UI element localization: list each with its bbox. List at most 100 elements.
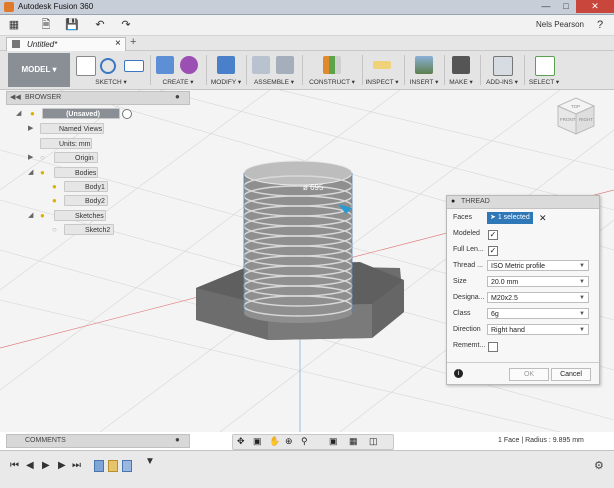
browser-node-units[interactable]: Units: mm bbox=[40, 138, 100, 149]
file-menu-icon[interactable]: 🗎 bbox=[38, 18, 54, 32]
line-arc-icon[interactable] bbox=[100, 58, 116, 74]
make-group[interactable]: MAKE ▾ bbox=[446, 53, 476, 87]
press-pull-icon[interactable] bbox=[217, 56, 235, 74]
visibility-bulb-icon[interactable]: ● bbox=[40, 168, 47, 177]
assemble-group[interactable]: ASSEMBLE ▾ bbox=[248, 53, 300, 87]
collapse-dialog-icon[interactable]: ● bbox=[451, 198, 455, 205]
pan-icon[interactable]: ✋ bbox=[269, 436, 280, 447]
go-to-start-icon[interactable]: ⏮ bbox=[10, 460, 19, 471]
sphere-icon[interactable] bbox=[180, 56, 198, 74]
browser-node-body2[interactable]: ● Body2 bbox=[52, 195, 112, 206]
info-icon[interactable]: i bbox=[454, 369, 463, 378]
designation-select[interactable]: M20x2.5 ▼ bbox=[487, 292, 589, 303]
expand-arrow-icon[interactable]: ◢ bbox=[16, 108, 21, 119]
insert-menu[interactable]: INSERT ▾ bbox=[406, 78, 442, 86]
timeline-feature-sketch-icon[interactable] bbox=[94, 460, 104, 472]
redo-icon[interactable]: ↷ bbox=[118, 18, 134, 32]
visibility-bulb-icon[interactable]: ● bbox=[52, 196, 59, 205]
direction-select[interactable]: Right hand ▼ bbox=[487, 324, 589, 335]
select-window-icon[interactable] bbox=[535, 56, 555, 76]
scripts-addins-icon[interactable] bbox=[493, 56, 513, 76]
thread-type-select[interactable]: ISO Metric profile ▼ bbox=[487, 260, 589, 271]
construct-group[interactable]: CONSTRUCT ▾ bbox=[304, 53, 360, 87]
assemble-menu[interactable]: ASSEMBLE ▾ bbox=[248, 78, 300, 86]
inspect-menu[interactable]: INSPECT ▾ bbox=[364, 78, 400, 86]
joint-icon[interactable] bbox=[276, 56, 294, 74]
visibility-bulb-icon[interactable]: ● bbox=[40, 211, 47, 220]
save-icon[interactable]: 💾 bbox=[64, 18, 80, 32]
help-icon[interactable]: ? bbox=[592, 18, 608, 32]
look-at-icon[interactable]: ▣ bbox=[253, 436, 262, 447]
thread-dialog-header[interactable]: ● THREAD bbox=[447, 196, 599, 209]
class-select[interactable]: 6g ▼ bbox=[487, 308, 589, 319]
3d-print-icon[interactable] bbox=[452, 56, 470, 74]
browser-node-origin[interactable]: ▶ ○ Origin bbox=[28, 152, 108, 163]
modify-menu[interactable]: MODIFY ▾ bbox=[208, 78, 244, 86]
browser-node-bodies[interactable]: ◢ ● Bodies bbox=[28, 167, 108, 178]
remember-checkbox[interactable] bbox=[488, 342, 498, 352]
add-ins-menu[interactable]: ADD-INS ▾ bbox=[482, 78, 522, 86]
timeline-settings-icon[interactable]: ⚙ bbox=[594, 459, 604, 472]
browser-node-named-views[interactable]: ▶ Named Views bbox=[28, 123, 118, 134]
collapse-panel-icon[interactable]: ◀◀ bbox=[10, 93, 21, 101]
modeled-checkbox[interactable]: ✓ bbox=[488, 230, 498, 240]
expand-arrow-icon[interactable]: ▶ bbox=[28, 123, 33, 134]
expand-arrow-icon[interactable]: ▶ bbox=[28, 152, 33, 163]
browser-node-body1[interactable]: ● Body1 bbox=[52, 181, 112, 192]
maximize-button[interactable]: □ bbox=[556, 0, 576, 13]
minimize-button[interactable]: — bbox=[536, 0, 556, 13]
close-window-button[interactable]: ✕ bbox=[576, 0, 614, 13]
tab-untitled[interactable]: Untitled* × bbox=[6, 37, 126, 51]
full-length-checkbox[interactable]: ✓ bbox=[488, 246, 498, 256]
viewports-icon[interactable]: ◫ bbox=[369, 436, 378, 447]
measure-icon[interactable] bbox=[373, 61, 391, 69]
grid-menu-icon[interactable]: ▦ bbox=[6, 18, 22, 32]
workspace-switcher[interactable]: MODEL ▾ bbox=[8, 53, 70, 87]
grid-settings-icon[interactable]: ▦ bbox=[349, 436, 358, 447]
clear-selection-icon[interactable]: ✕ bbox=[539, 213, 547, 224]
cancel-button[interactable]: Cancel bbox=[551, 368, 591, 381]
create-group[interactable]: CREATE ▾ bbox=[152, 53, 204, 87]
insert-image-icon[interactable] bbox=[415, 56, 433, 74]
zoom-window-icon[interactable]: ⚲ bbox=[301, 436, 308, 447]
sketch-menu[interactable]: SKETCH ▾ bbox=[74, 78, 148, 86]
play-icon[interactable]: ▶ bbox=[42, 460, 50, 471]
extrude-icon[interactable] bbox=[156, 56, 174, 74]
display-settings-icon[interactable]: ▣ bbox=[329, 436, 338, 447]
create-menu[interactable]: CREATE ▾ bbox=[152, 78, 204, 86]
make-menu[interactable]: MAKE ▾ bbox=[446, 78, 476, 86]
insert-group[interactable]: INSERT ▾ bbox=[406, 53, 442, 87]
timeline-feature-extrude-icon[interactable] bbox=[108, 460, 118, 472]
undo-icon[interactable]: ↶ bbox=[92, 18, 108, 32]
zoom-icon[interactable]: ⊕ bbox=[285, 436, 293, 447]
activate-component-icon[interactable] bbox=[122, 109, 132, 119]
select-group[interactable]: SELECT ▾ bbox=[526, 53, 562, 87]
visibility-bulb-icon[interactable]: ○ bbox=[40, 153, 47, 162]
step-back-icon[interactable]: ◀ bbox=[26, 460, 34, 471]
browser-node-sketch2[interactable]: ○ Sketch2 bbox=[52, 224, 118, 235]
rectangle-icon[interactable] bbox=[124, 60, 144, 72]
browser-node-sketches[interactable]: ◢ ● Sketches bbox=[28, 210, 108, 221]
orbit-icon[interactable]: ✥ bbox=[237, 436, 245, 447]
new-component-icon[interactable] bbox=[252, 56, 270, 74]
expand-arrow-icon[interactable]: ◢ bbox=[28, 167, 33, 178]
construct-menu[interactable]: CONSTRUCT ▾ bbox=[304, 78, 360, 86]
timeline-marker-icon[interactable]: ▼ bbox=[145, 456, 155, 467]
viewcube[interactable]: TOP FRONT RIGHT bbox=[556, 96, 596, 136]
browser-panel-header[interactable]: ◀◀ BROWSER ● bbox=[6, 91, 190, 105]
user-name[interactable]: Nels Pearson bbox=[536, 20, 584, 29]
visibility-bulb-icon[interactable]: ● bbox=[30, 109, 37, 118]
visibility-bulb-icon[interactable]: ● bbox=[52, 182, 59, 191]
expand-arrow-icon[interactable]: ◢ bbox=[28, 210, 33, 221]
viewcube-icon[interactable]: TOP FRONT RIGHT bbox=[556, 96, 596, 136]
cylinder-top-face[interactable] bbox=[243, 160, 353, 186]
sketch-pencil-icon[interactable] bbox=[76, 56, 96, 76]
add-tab-button[interactable]: + bbox=[130, 36, 136, 48]
faces-selection-button[interactable]: ➤ 1 selected bbox=[487, 212, 533, 224]
comments-panel-header[interactable]: COMMENTS ● bbox=[6, 434, 190, 448]
go-to-end-icon[interactable]: ⏭ bbox=[72, 460, 81, 471]
visibility-bulb-icon[interactable]: ○ bbox=[52, 225, 59, 234]
select-menu[interactable]: SELECT ▾ bbox=[526, 78, 562, 86]
sketch-group[interactable]: SKETCH ▾ bbox=[74, 53, 148, 87]
timeline-feature-thread-icon[interactable] bbox=[122, 460, 132, 472]
